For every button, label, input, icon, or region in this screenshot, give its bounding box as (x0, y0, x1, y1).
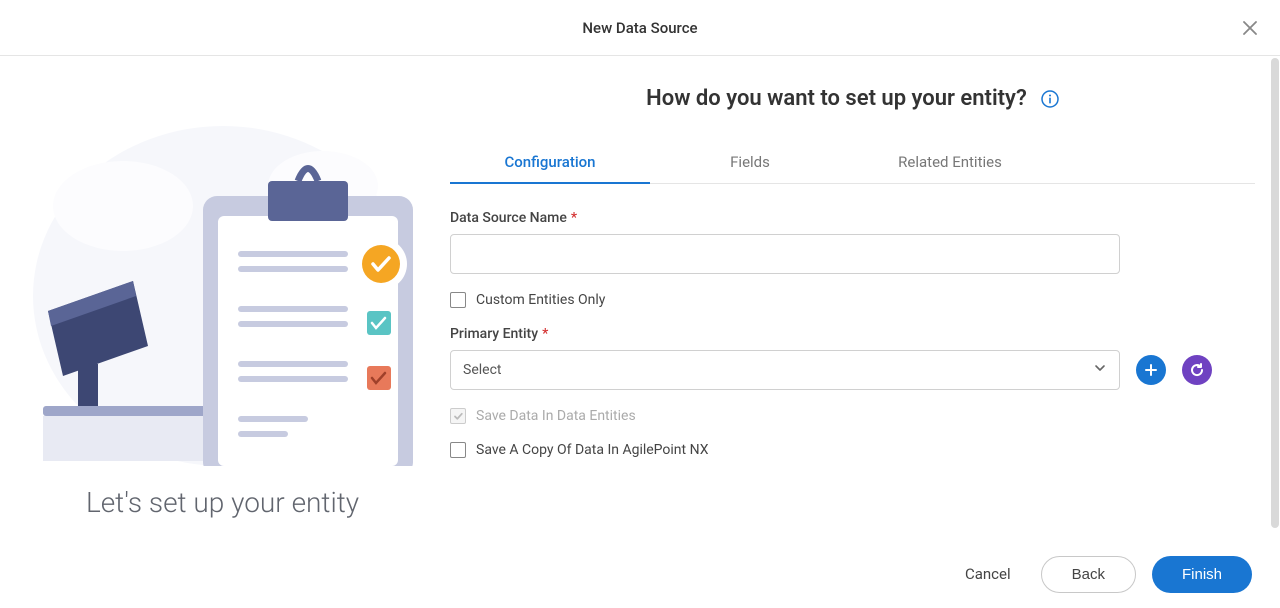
info-icon[interactable] (1041, 90, 1059, 108)
tab-fields[interactable]: Fields (650, 141, 850, 183)
dialog-header: New Data Source (0, 0, 1280, 56)
primary-entity-group: Primary Entity* Select (450, 326, 1255, 390)
main-area: Let's set up your entity How do you want… (0, 56, 1280, 536)
footer: Cancel Back Finish (0, 540, 1280, 608)
cancel-button[interactable]: Cancel (951, 555, 1025, 593)
data-source-name-group: Data Source Name* (450, 210, 1255, 274)
save-data-in-entities-checkbox (450, 408, 466, 424)
primary-entity-select[interactable]: Select (450, 350, 1120, 390)
data-source-name-label: Data Source Name* (450, 210, 1255, 226)
primary-entity-label: Primary Entity* (450, 326, 1255, 342)
right-panel: How do you want to set up your entity? C… (430, 56, 1280, 536)
data-source-name-input[interactable] (450, 234, 1120, 274)
tab-fields-label: Fields (730, 153, 770, 171)
tab-related-entities-label: Related Entities (898, 153, 1002, 171)
refresh-entity-button[interactable] (1182, 355, 1212, 385)
custom-entities-only-row[interactable]: Custom Entities Only (450, 292, 1255, 308)
save-data-in-entities-label: Save Data In Data Entities (476, 408, 636, 424)
save-copy-label: Save A Copy Of Data In AgilePoint NX (476, 442, 708, 458)
left-caption: Let's set up your entity (86, 486, 359, 519)
primary-entity-row: Select (450, 350, 1255, 390)
tab-configuration[interactable]: Configuration (450, 141, 650, 183)
plus-icon (1144, 363, 1158, 377)
save-copy-checkbox[interactable] (450, 442, 466, 458)
save-data-in-entities-row: Save Data In Data Entities (450, 408, 1255, 424)
finish-button[interactable]: Finish (1152, 556, 1252, 593)
add-entity-button[interactable] (1136, 355, 1166, 385)
chevron-down-icon (1093, 361, 1107, 379)
setup-heading-row: How do you want to set up your entity? (450, 86, 1255, 111)
custom-entities-only-checkbox[interactable] (450, 292, 466, 308)
required-asterisk: * (542, 326, 548, 342)
save-copy-row[interactable]: Save A Copy Of Data In AgilePoint NX (450, 442, 1255, 458)
left-panel: Let's set up your entity (0, 56, 430, 536)
custom-entities-only-label: Custom Entities Only (476, 292, 605, 308)
close-icon (1243, 21, 1257, 35)
scrollbar-thumb[interactable] (1271, 58, 1279, 528)
scrollbar[interactable] (1270, 58, 1280, 536)
primary-entity-placeholder: Select (463, 362, 501, 378)
entity-illustration (23, 86, 423, 466)
tab-related-entities[interactable]: Related Entities (850, 141, 1050, 183)
required-asterisk: * (571, 210, 577, 226)
close-button[interactable] (1240, 18, 1260, 38)
tabs: Configuration Fields Related Entities (450, 141, 1255, 184)
refresh-icon (1189, 362, 1205, 378)
setup-heading: How do you want to set up your entity? (646, 86, 1027, 111)
back-button[interactable]: Back (1041, 556, 1136, 593)
tab-configuration-label: Configuration (504, 153, 595, 171)
dialog-title: New Data Source (582, 19, 697, 37)
